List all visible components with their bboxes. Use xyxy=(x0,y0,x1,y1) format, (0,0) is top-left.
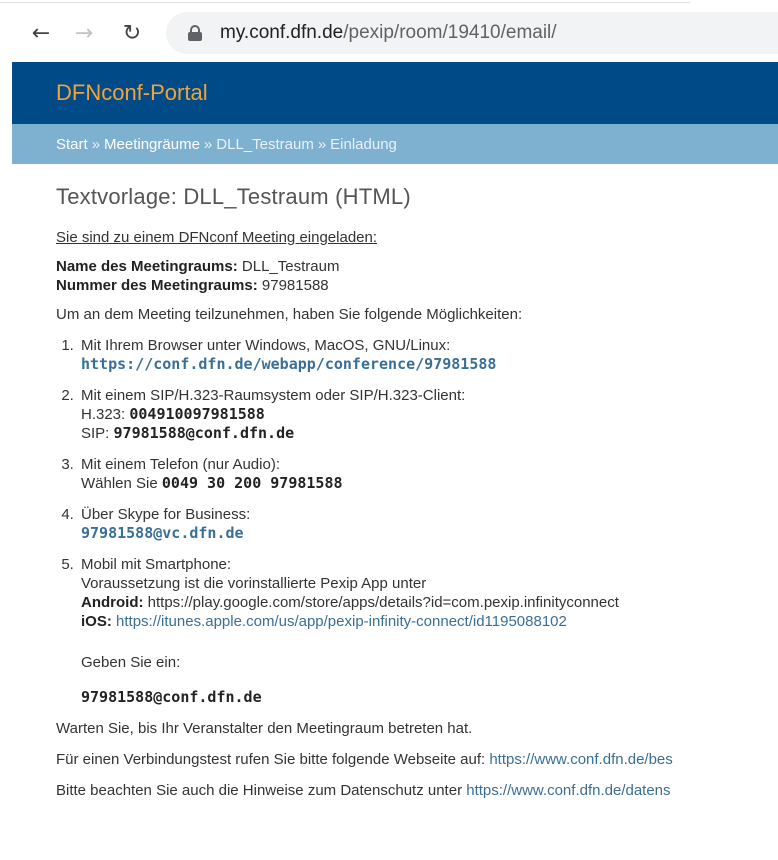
browser-toolbar: ← → ↻ my.conf.dfn.de/pexip/room/19410/em… xyxy=(0,0,778,62)
url-path: /pexip/room/19410/email/ xyxy=(343,22,557,43)
room-number-value: 97981588 xyxy=(261,277,329,294)
list-item: Über Skype for Business: 97981588@vc.dfn… xyxy=(78,505,778,543)
tab-strip-edge xyxy=(0,0,690,3)
privacy-link[interactable]: https://www.conf.dfn.de/datens xyxy=(466,782,670,799)
ios-link[interactable]: https://itunes.apple.com/us/app/pexip-in… xyxy=(116,613,567,630)
list-item: Mit Ihrem Browser unter Windows, MacOS, … xyxy=(78,336,778,374)
url-host: my.conf.dfn.de xyxy=(220,22,344,43)
privacy-paragraph: Bitte beachten Sie auch die Hinweise zum… xyxy=(56,781,778,800)
breadcrumb-separator: » xyxy=(317,135,327,153)
address-bar[interactable]: my.conf.dfn.de/pexip/room/19410/email/ xyxy=(166,12,778,54)
site-header: DFNconf-Portal xyxy=(12,62,778,124)
breadcrumb-separator: » xyxy=(91,135,101,153)
privacy-text: Bitte beachten Sie auch die Hinweise zum… xyxy=(56,782,463,799)
option-skype-text: Über Skype for Business: xyxy=(81,506,251,523)
android-link[interactable]: https://play.google.com/store/apps/detai… xyxy=(148,594,619,611)
enter-label: Geben Sie ein: xyxy=(81,654,181,671)
breadcrumb-room[interactable]: DLL_Testraum xyxy=(216,136,314,153)
test-paragraph: Für einen Verbindungstest rufen Sie bitt… xyxy=(56,750,778,769)
site-title[interactable]: DFNconf-Portal xyxy=(56,80,208,106)
room-name-value: DLL_Testraum xyxy=(241,258,340,275)
options-list: Mit Ihrem Browser unter Windows, MacOS, … xyxy=(56,336,778,707)
option-phone-text: Mit einem Telefon (nur Audio): xyxy=(81,456,280,473)
enter-value: 97981588@conf.dfn.de xyxy=(81,688,262,706)
mobile-prereq: Voraussetzung ist die vorinstallierte Pe… xyxy=(81,575,427,592)
breadcrumb-start[interactable]: Start xyxy=(56,136,88,153)
back-arrow-icon[interactable]: ← xyxy=(26,18,56,48)
room-name-label: Name des Meetingraums: xyxy=(56,258,238,275)
url-text[interactable]: my.conf.dfn.de/pexip/room/19410/email/ xyxy=(220,22,557,44)
forward-arrow-icon[interactable]: → xyxy=(69,18,99,48)
webapp-link[interactable]: https://conf.dfn.de/webapp/conference/97… xyxy=(81,355,496,373)
breadcrumb-separator: » xyxy=(203,135,213,153)
invite-line: Sie sind zu einem DFNconf Meeting eingel… xyxy=(56,229,378,246)
test-link[interactable]: https://www.conf.dfn.de/bes xyxy=(489,751,672,768)
test-text: Für einen Verbindungstest rufen Sie bitt… xyxy=(56,751,486,768)
h323-value: 004910097981588 xyxy=(129,405,265,423)
room-info: Name des Meetingraums: DLL_Testraum Numm… xyxy=(56,257,778,295)
breadcrumb-meetingraeume[interactable]: Meetingräume xyxy=(104,136,200,153)
skype-link[interactable]: 97981588@vc.dfn.de xyxy=(81,524,244,542)
breadcrumb-current: Einladung xyxy=(330,135,397,153)
room-number-label: Nummer des Meetingraums: xyxy=(56,277,258,294)
sip-label: SIP: xyxy=(81,425,110,442)
android-label: Android: xyxy=(81,594,144,611)
option-browser-text: Mit Ihrem Browser unter Windows, MacOS, … xyxy=(81,337,451,354)
dial-label: Wählen Sie xyxy=(81,475,158,492)
reload-icon[interactable]: ↻ xyxy=(117,18,147,48)
list-item: Mit einem Telefon (nur Audio): Wählen Si… xyxy=(78,455,778,493)
option-mobile-text: Mobil mit Smartphone: xyxy=(81,556,232,573)
options-intro: Um an dem Meeting teilzunehmen, haben Si… xyxy=(56,306,523,323)
wait-text: Warten Sie, bis Ihr Veranstalter den Mee… xyxy=(56,720,473,737)
lock-icon[interactable] xyxy=(188,25,202,41)
h323-label: H.323: xyxy=(81,406,126,423)
main-content: Textvorlage: DLL_Testraum (HTML) Sie sin… xyxy=(56,182,778,812)
sip-value: 97981588@conf.dfn.de xyxy=(113,424,295,442)
ios-label: iOS: xyxy=(81,613,112,630)
breadcrumb: Start » Meetingräume » DLL_Testraum » Ei… xyxy=(12,124,778,164)
page-title: Textvorlage: DLL_Testraum (HTML) xyxy=(56,184,411,209)
option-sip-text: Mit einem SIP/H.323-Raumsystem oder SIP/… xyxy=(81,387,466,404)
list-item: Mobil mit Smartphone: Voraussetzung ist … xyxy=(78,555,778,707)
list-item: Mit einem SIP/H.323-Raumsystem oder SIP/… xyxy=(78,386,778,443)
dial-value: 0049 30 200 97981588 xyxy=(161,474,343,492)
